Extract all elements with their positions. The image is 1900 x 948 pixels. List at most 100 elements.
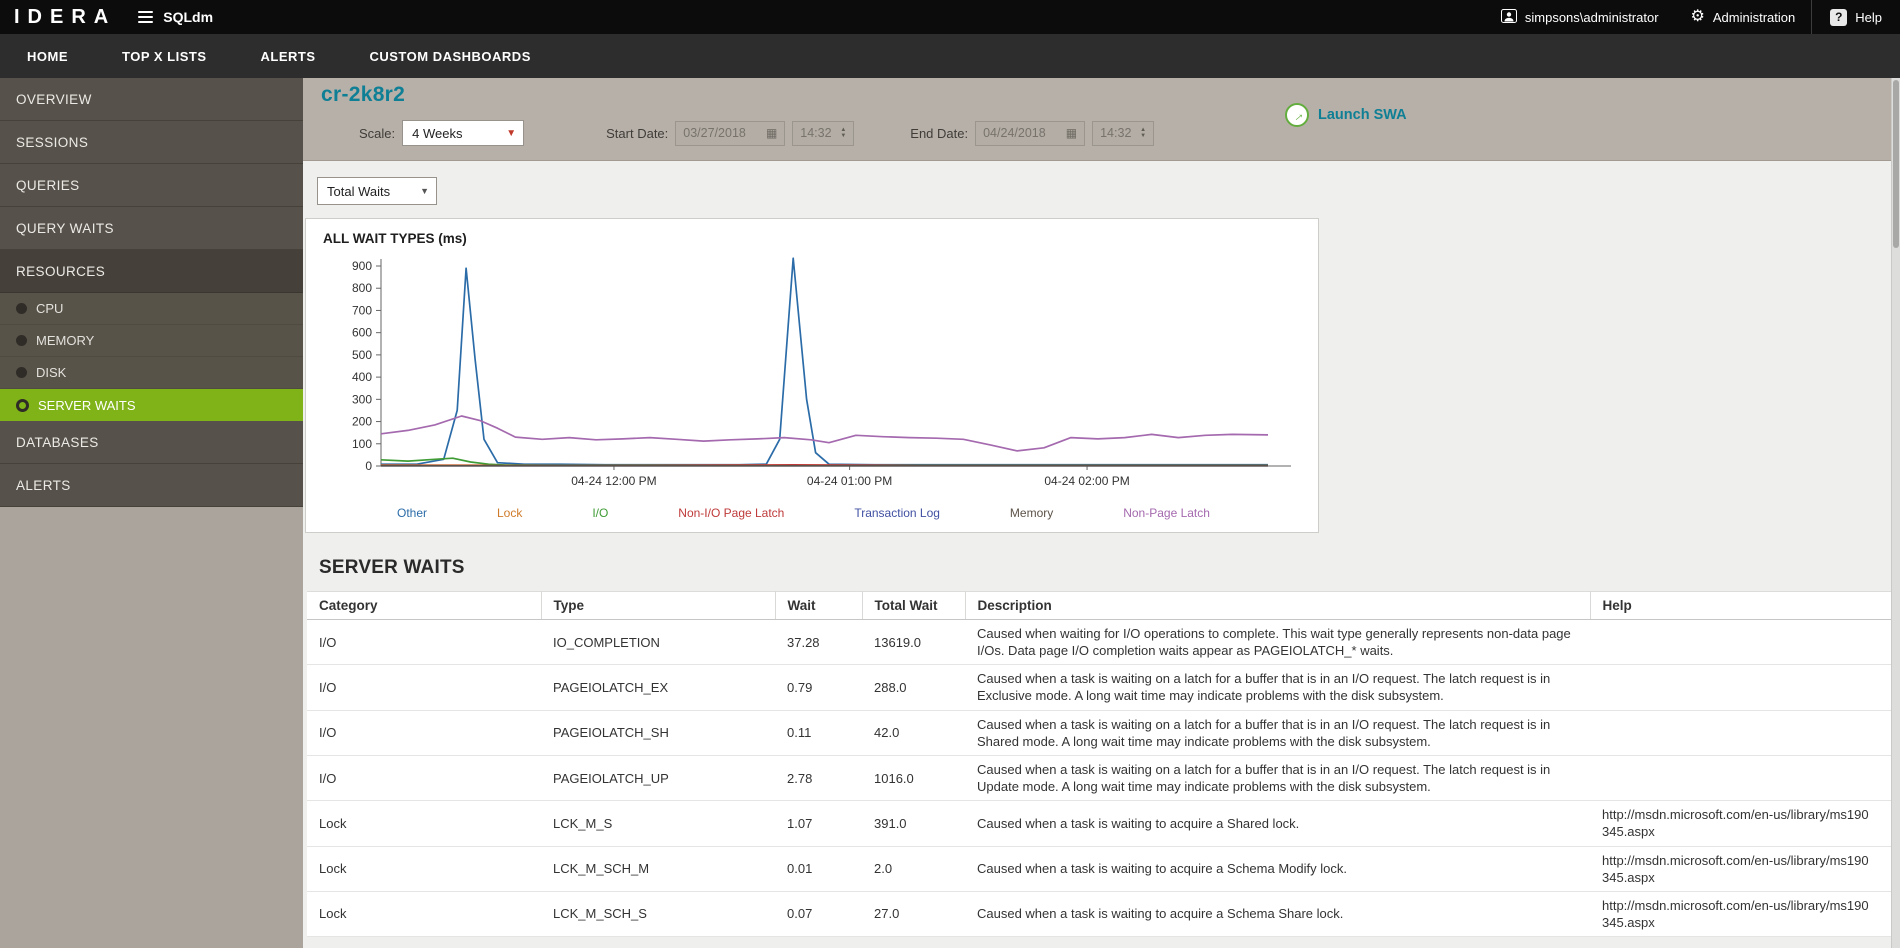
table-header-row: Category Type Wait Total Wait Description Hel… bbox=[307, 591, 1891, 620]
main-nav: HOME TOP X LISTS ALERTS CUSTOM DASHBOARDS bbox=[0, 34, 1900, 78]
svg-text:04-24 12:00 PM: 04-24 12:00 PM bbox=[571, 474, 656, 488]
sidebar-item-databases[interactable]: DATABASES bbox=[0, 421, 303, 464]
table-row: Lock LCK_M_SCH_M 0.01 2.0 Caused when a task… bbox=[307, 846, 1891, 892]
end-time-value: 14:32 bbox=[1100, 126, 1132, 140]
column-header-category: Category bbox=[307, 591, 542, 620]
sidebar-item-queries[interactable]: QUERIES bbox=[0, 164, 303, 207]
cell-category: Lock bbox=[307, 846, 541, 892]
administration-button[interactable]: ⚙ Administration bbox=[1675, 0, 1812, 34]
help-button[interactable]: ? Help bbox=[1811, 0, 1900, 34]
cell-description: Caused when a task is waiting on a latch… bbox=[965, 710, 1590, 756]
cell-wait: 37.28 bbox=[775, 619, 862, 666]
cell-description: Caused when a task is waiting to acquire… bbox=[965, 846, 1590, 892]
svg-text:300: 300 bbox=[352, 392, 372, 406]
table-row: I/O IO_COMPLETION 37.28 13619.0 Caused when … bbox=[307, 619, 1891, 666]
nav-tab-alerts[interactable]: ALERTS bbox=[233, 34, 342, 78]
sidebar-item-overview[interactable]: OVERVIEW bbox=[0, 78, 303, 121]
scrollbar-thumb[interactable] bbox=[1893, 80, 1899, 248]
cell-type: LCK_M_SCH_S bbox=[541, 891, 775, 938]
topbar: IDERA SQLdm simpsons\administrator ⚙ Adm… bbox=[0, 0, 1900, 34]
table-row: I/O PAGEIOLATCH_UP 2.78 1016.0 Caused when a… bbox=[307, 755, 1891, 802]
sidebar-item-label: ALERTS bbox=[16, 477, 71, 493]
calendar-icon: ▦ bbox=[1065, 126, 1078, 140]
cell-description: Caused when a task is waiting on a latch… bbox=[965, 755, 1590, 802]
dropdown-arrow-icon: ▼ bbox=[506, 127, 517, 139]
svg-text:04-24 02:00 PM: 04-24 02:00 PM bbox=[1044, 474, 1129, 488]
cell-help bbox=[1590, 755, 1891, 802]
calendar-icon: ▦ bbox=[765, 126, 778, 140]
column-header-help: Help bbox=[1590, 591, 1891, 620]
circle-icon bbox=[16, 367, 27, 378]
cell-wait: 2.78 bbox=[775, 755, 862, 802]
cell-help[interactable]: http://msdn.microsoft.com/en-us/library/… bbox=[1590, 891, 1891, 938]
cell-help[interactable]: http://msdn.microsoft.com/en-us/library/… bbox=[1590, 800, 1891, 847]
column-header-type: Type bbox=[541, 591, 776, 620]
user-menu[interactable]: simpsons\administrator bbox=[1485, 0, 1675, 34]
legend-lock[interactable]: Lock bbox=[497, 506, 522, 520]
idera-logo: IDERA bbox=[14, 5, 117, 28]
svg-text:200: 200 bbox=[352, 415, 372, 429]
sidebar-item-cpu[interactable]: CPU bbox=[0, 293, 303, 325]
scale-value: 4 Weeks bbox=[412, 125, 463, 141]
table-row: I/O PAGEIOLATCH_EX 0.79 288.0 Caused when a … bbox=[307, 664, 1891, 711]
legend-other[interactable]: Other bbox=[397, 506, 427, 520]
sidebar-item-alerts[interactable]: ALERTS bbox=[0, 464, 303, 507]
start-date-input[interactable]: 03/27/2018 ▦ bbox=[675, 120, 786, 146]
cell-help bbox=[1590, 619, 1891, 666]
cell-total-wait: 288.0 bbox=[862, 664, 965, 711]
launch-swa-label: Launch SWA bbox=[1318, 107, 1407, 123]
nav-tab-top-x-lists[interactable]: TOP X LISTS bbox=[95, 34, 233, 78]
cell-category: I/O bbox=[307, 710, 541, 756]
legend-non-i-o-page-latch[interactable]: Non-I/O Page Latch bbox=[678, 506, 784, 520]
start-date-value: 03/27/2018 bbox=[683, 126, 746, 140]
legend-transaction-log[interactable]: Transaction Log bbox=[854, 506, 940, 520]
sidebar-item-sessions[interactable]: SESSIONS bbox=[0, 121, 303, 164]
cell-type: LCK_M_SCH_M bbox=[541, 846, 775, 892]
dropdown-arrow-icon: ▼ bbox=[420, 186, 429, 196]
sidebar-item-query-waits[interactable]: QUERY WAITS bbox=[0, 207, 303, 250]
cell-total-wait: 391.0 bbox=[862, 800, 965, 847]
cell-category: I/O bbox=[307, 619, 541, 666]
sidebar-item-label: DATABASES bbox=[16, 434, 99, 450]
help-icon: ? bbox=[1830, 8, 1848, 26]
sidebar-item-memory[interactable]: MEMORY bbox=[0, 325, 303, 357]
cell-total-wait: 2.0 bbox=[862, 846, 965, 892]
gear-icon: ⚙ bbox=[1690, 8, 1705, 25]
cell-description: Caused when a task is waiting to acquire… bbox=[965, 891, 1590, 938]
table-row: I/O PAGEIOLATCH_SH 0.11 42.0 Caused when a t… bbox=[307, 710, 1891, 756]
cell-type: PAGEIOLATCH_SH bbox=[541, 710, 775, 756]
wait-type-select[interactable]: Total Waits ▼ bbox=[317, 177, 437, 205]
cell-description: Caused when a task is waiting to acquire… bbox=[965, 800, 1590, 847]
product-name: SQLdm bbox=[163, 9, 214, 25]
sidebar-item-disk[interactable]: DISK bbox=[0, 357, 303, 389]
scale-select[interactable]: 4 Weeks ▼ bbox=[402, 120, 525, 146]
server-waits-title: SERVER WAITS bbox=[319, 557, 465, 578]
wait-type-value: Total Waits bbox=[327, 183, 391, 199]
end-date-input[interactable]: 04/24/2018 ▦ bbox=[975, 120, 1086, 146]
legend-non-page-latch[interactable]: Non-Page Latch bbox=[1123, 506, 1210, 520]
topbar-right: simpsons\administrator ⚙ Administration … bbox=[1485, 0, 1900, 34]
end-date-value: 04/24/2018 bbox=[983, 126, 1046, 140]
sidebar-item-label: SERVER WAITS bbox=[38, 397, 136, 413]
sidebar-item-server-waits[interactable]: SERVER WAITS bbox=[0, 389, 303, 421]
svg-text:400: 400 bbox=[352, 370, 372, 384]
legend-i-o[interactable]: I/O bbox=[592, 506, 608, 520]
start-time-input[interactable]: 14:32 ▲ ▼ bbox=[792, 120, 855, 146]
vertical-scrollbar[interactable] bbox=[1891, 78, 1900, 948]
nav-tab-home[interactable]: HOME bbox=[0, 34, 95, 78]
start-time-value: 14:32 bbox=[800, 126, 832, 140]
cell-wait: 0.79 bbox=[775, 664, 862, 711]
cell-help[interactable]: http://msdn.microsoft.com/en-us/library/… bbox=[1590, 846, 1891, 892]
end-time-input[interactable]: 14:32 ▲ ▼ bbox=[1092, 120, 1155, 146]
circle-icon bbox=[16, 303, 27, 314]
circle-icon bbox=[16, 335, 27, 346]
launch-swa-button[interactable]: → Launch SWA bbox=[1285, 103, 1407, 127]
wait-chart-panel: ALL WAIT TYPES (ms) 0 100 200 300 400 500 600 7… bbox=[305, 218, 1319, 533]
legend-memory[interactable]: Memory bbox=[1010, 506, 1053, 520]
nav-tab-custom-dashboards[interactable]: CUSTOM DASHBOARDS bbox=[342, 34, 557, 78]
menu-icon[interactable] bbox=[138, 11, 154, 23]
cell-wait: 0.07 bbox=[775, 891, 862, 938]
sidebar-item-label: MEMORY bbox=[36, 333, 95, 348]
sidebar-item-resources[interactable]: RESOURCES bbox=[0, 250, 303, 293]
time-range-controls: Scale: 4 Weeks ▼ Start Date: 03/27/2018 … bbox=[359, 120, 1155, 146]
